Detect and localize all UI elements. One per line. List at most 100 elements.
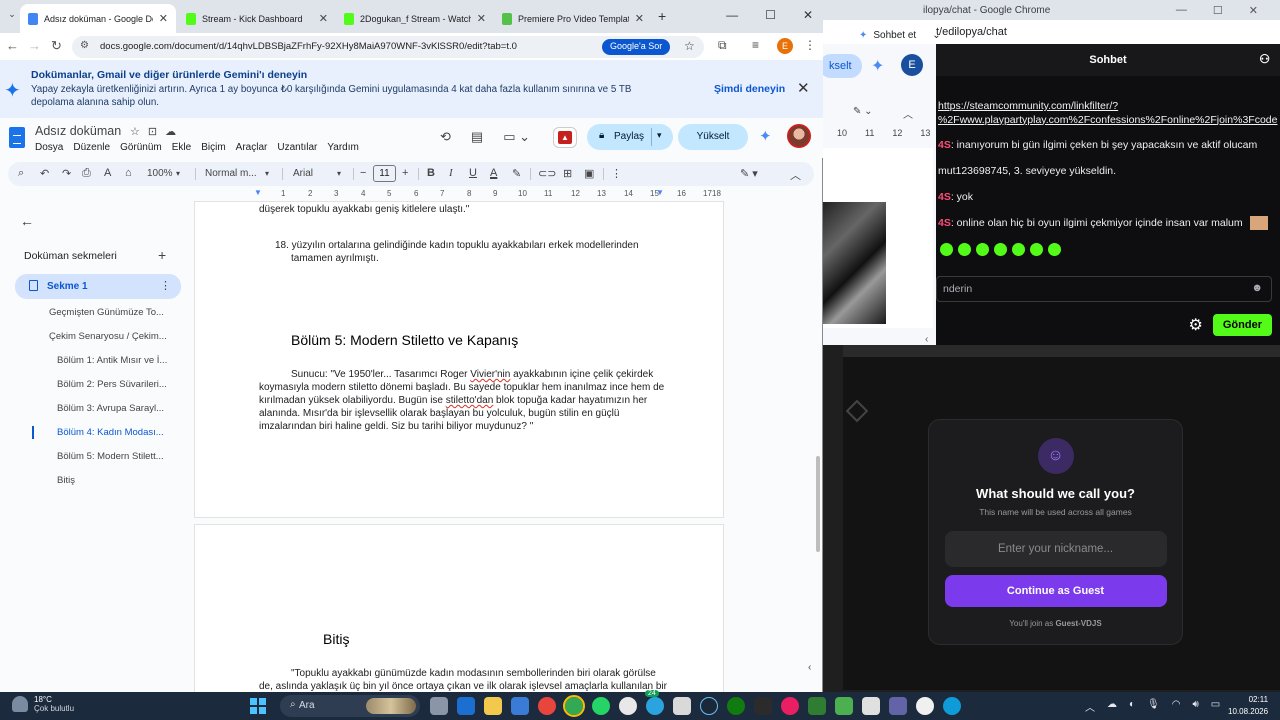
paint-format-icon[interactable]: ⌂: [125, 167, 132, 179]
back-arrow-icon[interactable]: ←: [20, 213, 34, 229]
whatsapp-icon[interactable]: [592, 697, 610, 715]
tab-google-docs[interactable]: Adsız doküman - Google Doküma ✕: [20, 4, 176, 33]
comment-icon[interactable]: ⊞: [563, 167, 572, 180]
paragraph-line[interactable]: imzalarından biri haline geldi. Siz bu t…: [259, 420, 533, 433]
bg-maximize-icon[interactable]: ☐: [1213, 4, 1223, 17]
emote-icon[interactable]: [976, 242, 989, 256]
menu-help[interactable]: Yardım: [327, 142, 359, 153]
italic-icon[interactable]: I: [449, 167, 453, 179]
section-heading[interactable]: Bitiş: [323, 631, 349, 647]
epic-games-icon[interactable]: [754, 697, 772, 715]
microphone-icon[interactable]: 🎙︎: [1147, 699, 1160, 714]
app-icon[interactable]: [673, 697, 691, 715]
minimize-icon[interactable]: —: [726, 8, 738, 22]
underline-icon[interactable]: U: [469, 167, 477, 179]
minecraft-icon[interactable]: [835, 697, 853, 715]
xbox-icon[interactable]: [727, 697, 745, 715]
section-heading[interactable]: Bölüm 5: Modern Stiletto ve Kapanış: [291, 332, 518, 348]
paragraph-line[interactable]: kırılmadan yüksek olabiliyordu. Bugün is…: [259, 394, 647, 407]
bg-minimize-icon[interactable]: —: [1176, 4, 1187, 17]
gear-icon[interactable]: ⚙: [1189, 315, 1203, 335]
docs-logo-icon[interactable]: [9, 127, 25, 148]
address-bar[interactable]: ⚙ docs.google.com/document/d/14qhvLDBSBj…: [72, 36, 704, 58]
file-explorer-icon[interactable]: [484, 697, 502, 715]
close-icon[interactable]: ✕: [477, 12, 486, 25]
document-page[interactable]: düşerek topuklu ayakkabı geniş kitlelere…: [194, 201, 724, 518]
clock[interactable]: 02:11 10.08.2026: [1228, 694, 1268, 718]
menu-file[interactable]: Dosya: [35, 142, 63, 153]
doc-tab-1[interactable]: Sekme 1 ⋮: [15, 274, 181, 299]
outline-item[interactable]: Çekim Senaryosu / Çekim...: [49, 331, 167, 342]
emote-icon[interactable]: [1030, 242, 1043, 256]
chrome-icon[interactable]: [538, 697, 556, 715]
paragraph-line[interactable]: alanında. Mısır'da bir işlevsellik olara…: [259, 407, 619, 420]
outline-item[interactable]: Bölüm 5: Modern Stilett...: [57, 451, 164, 462]
gemini-star-icon[interactable]: ✦: [871, 56, 884, 76]
font-select[interactable]: Arial: [293, 168, 313, 179]
chatgpt-icon[interactable]: [619, 697, 637, 715]
cloud-status-icon[interactable]: ☁: [165, 125, 176, 138]
collapse-toolbar-icon[interactable]: ︿: [790, 167, 801, 183]
right-indent-marker-icon[interactable]: ▼: [656, 188, 664, 197]
bg-avatar[interactable]: E: [901, 54, 923, 76]
outline-item[interactable]: Bitiş: [57, 475, 75, 486]
tab-kick-dashboard[interactable]: Stream - Kick Dashboard ✕: [178, 4, 336, 33]
side-panel-toggle-icon[interactable]: ‹: [808, 662, 811, 673]
tab-search-icon[interactable]: ⌄: [4, 9, 20, 25]
chevron-down-icon[interactable]: ▾: [337, 169, 341, 178]
upgrade-button[interactable]: Yükselt: [678, 124, 748, 150]
paragraph-line[interactable]: "Topuklu ayakkabı günümüzde kadın modası…: [291, 667, 656, 680]
highlight-icon[interactable]: ✎: [512, 167, 521, 180]
maximize-icon[interactable]: ☐: [765, 8, 776, 22]
emote-icon[interactable]: [1048, 242, 1061, 256]
outline-item[interactable]: Geçmişten Günümüze To...: [49, 307, 164, 318]
menu-tools[interactable]: Araçlar: [236, 142, 268, 153]
task-view-icon[interactable]: [430, 697, 448, 715]
outline-item[interactable]: Bölüm 3: Avrupa Sarayl...: [57, 403, 164, 414]
history-icon[interactable]: ⟲: [440, 129, 451, 145]
tray-app-icon[interactable]: ◐: [1129, 699, 1135, 714]
close-banner-icon[interactable]: ✕: [797, 79, 810, 97]
close-window-icon[interactable]: ✕: [803, 8, 813, 22]
back-icon[interactable]: ←: [6, 38, 19, 53]
telegram-icon[interactable]: [646, 697, 664, 715]
account-avatar[interactable]: [787, 124, 811, 148]
pdf-button[interactable]: ▲: [553, 127, 577, 148]
share-button[interactable]: 🔒︎ Paylaş ▾: [587, 124, 673, 150]
menu-format[interactable]: Biçim: [201, 142, 225, 153]
list-item-text[interactable]: 18. yüzyılın ortalarına gelindiğinde kad…: [275, 239, 639, 252]
print-icon[interactable]: ⎙: [82, 167, 91, 180]
paragraph-line[interactable]: Sunucu: "Ve 1950'ler... Tasarımcı Roger …: [291, 368, 653, 381]
pen-icon[interactable]: ✎ ⌄: [853, 106, 873, 117]
text-color-icon[interactable]: A: [490, 167, 497, 179]
indent-marker-icon[interactable]: ▼: [254, 188, 262, 197]
meet-icon[interactable]: ▭ ⌄: [503, 129, 530, 145]
chat-username[interactable]: 4S: [938, 217, 951, 229]
app-icon[interactable]: [862, 697, 880, 715]
emote-icon[interactable]: [940, 242, 953, 256]
paragraph-line[interactable]: koymasıyla modern stiletto dönemi başlad…: [259, 381, 664, 394]
chrome-icon[interactable]: [563, 695, 585, 717]
app-icon[interactable]: [808, 697, 826, 715]
extensions-icon[interactable]: ⧉: [718, 38, 727, 53]
emote-icon[interactable]: [994, 242, 1007, 256]
undo-icon[interactable]: ↶: [40, 167, 49, 180]
try-now-button[interactable]: Şimdi deneyin: [714, 83, 785, 95]
link-icon[interactable]: ⊂⊃: [538, 167, 556, 180]
style-select[interactable]: Normal m...: [205, 168, 257, 179]
steam-icon[interactable]: [700, 697, 718, 715]
weather-widget[interactable]: 18°C Çok bulutlu: [12, 695, 74, 713]
reload-icon[interactable]: ↻: [51, 38, 62, 54]
github-icon[interactable]: [916, 697, 934, 715]
search-menus-icon[interactable]: ⌕: [18, 167, 24, 180]
editing-mode-icon[interactable]: ✎ ▾: [740, 167, 758, 180]
add-tab-icon[interactable]: +: [158, 247, 166, 263]
edge-icon[interactable]: [943, 697, 961, 715]
misspelled-word[interactable]: stiletto'dan: [446, 395, 494, 406]
bg-tab[interactable]: ✦ Sohbet et ⌄: [859, 30, 941, 41]
emote-icon[interactable]: [1012, 242, 1025, 256]
emoji-icon[interactable]: ☻: [1251, 282, 1263, 294]
outlook-icon[interactable]: [457, 697, 475, 715]
vertical-scrollbar[interactable]: [816, 456, 820, 552]
redo-icon[interactable]: ↷: [62, 167, 71, 180]
